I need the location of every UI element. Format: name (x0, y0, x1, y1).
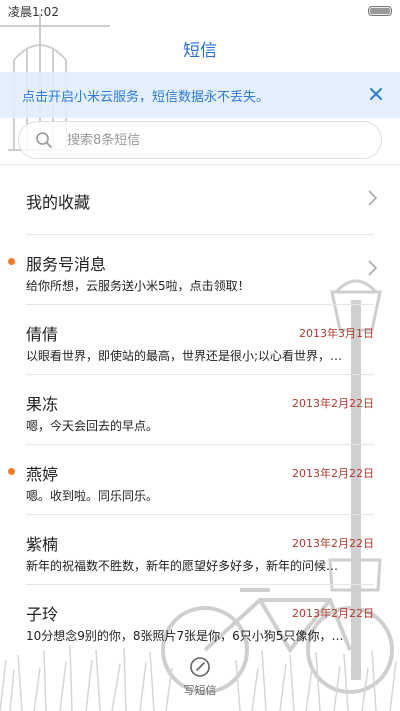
conversation-title: 果冻 (26, 395, 59, 414)
conversation-list: 我的收藏 服务号消息 给你所想，云服务送小米5啦，点击领取！ 倩倩 2013年3… (0, 165, 400, 655)
conversation-date: 2013年2月22日 (292, 537, 374, 550)
status-bar: 凌晨1:02 (0, 0, 400, 22)
conversation-preview: 10分想念9别的你，8张照片7张是你，6只小狗5只像你，… (26, 629, 344, 643)
favorites-row[interactable]: 我的收藏 (0, 165, 400, 235)
search-input[interactable] (67, 132, 347, 148)
conversation-title: 服务号消息 (26, 255, 107, 274)
compose-button[interactable]: 写短信 (178, 654, 222, 706)
search-icon (36, 132, 52, 148)
cloud-service-banner[interactable]: 点击开启小米云服务，短信数据永不丢失。 (0, 72, 400, 118)
conversation-row[interactable]: 燕婷 2013年2月22日 嗯。收到啦。同乐同乐。 (0, 445, 400, 515)
status-time: 凌晨1:02 (8, 4, 59, 19)
conversation-row[interactable]: 倩倩 2013年3月1日 以眼看世界，即使站的最高，世界还是很小;以心看世界，… (0, 305, 400, 375)
conversation-preview: 新年的祝福数不胜数，新年的愿望好多好多，新年的问候… (26, 559, 339, 573)
chevron-right-icon (368, 260, 378, 276)
conversation-title: 子玲 (26, 605, 59, 624)
conversation-date: 2013年3月1日 (299, 327, 374, 340)
conversation-date: 2013年2月22日 (292, 397, 374, 410)
conversation-row[interactable]: 果冻 2013年2月22日 嗯，今天会回去的早点。 (0, 375, 400, 445)
unread-dot (8, 468, 15, 475)
conversation-title: 我的收藏 (26, 193, 91, 212)
conversation-date: 2013年2月22日 (292, 467, 374, 480)
banner-text[interactable]: 点击开启小米云服务，短信数据永不丢失。 (22, 86, 269, 105)
conversation-preview: 以眼看世界，即使站的最高，世界还是很小;以心看世界，… (26, 349, 343, 363)
compose-label: 写短信 (183, 684, 217, 697)
conversation-title: 紫楠 (26, 535, 59, 554)
compose-icon (190, 657, 210, 677)
close-icon[interactable] (366, 84, 386, 104)
conversation-preview: 嗯。收到啦。同乐同乐。 (26, 489, 159, 503)
page-title: 短信 (183, 41, 217, 61)
battery-icon (368, 6, 392, 16)
conversation-date: 2013年2月22日 (292, 607, 374, 620)
chevron-right-icon (368, 190, 378, 206)
conversation-row[interactable]: 紫楠 2013年2月22日 新年的祝福数不胜数，新年的愿望好多好多，新年的问候… (0, 515, 400, 585)
service-messages-row[interactable]: 服务号消息 给你所想，云服务送小米5啦，点击领取！ (0, 235, 400, 305)
unread-dot (8, 258, 15, 265)
conversation-title: 倩倩 (26, 325, 59, 344)
conversation-row[interactable]: 子玲 2013年2月22日 10分想念9别的你，8张照片7张是你，6只小狗5只像… (0, 585, 400, 655)
conversation-preview: 给你所想，云服务送小米5啦，点击领取！ (26, 279, 250, 293)
search-bar[interactable] (18, 121, 382, 159)
conversation-preview: 嗯，今天会回去的早点。 (26, 419, 159, 433)
conversation-title: 燕婷 (26, 465, 59, 484)
